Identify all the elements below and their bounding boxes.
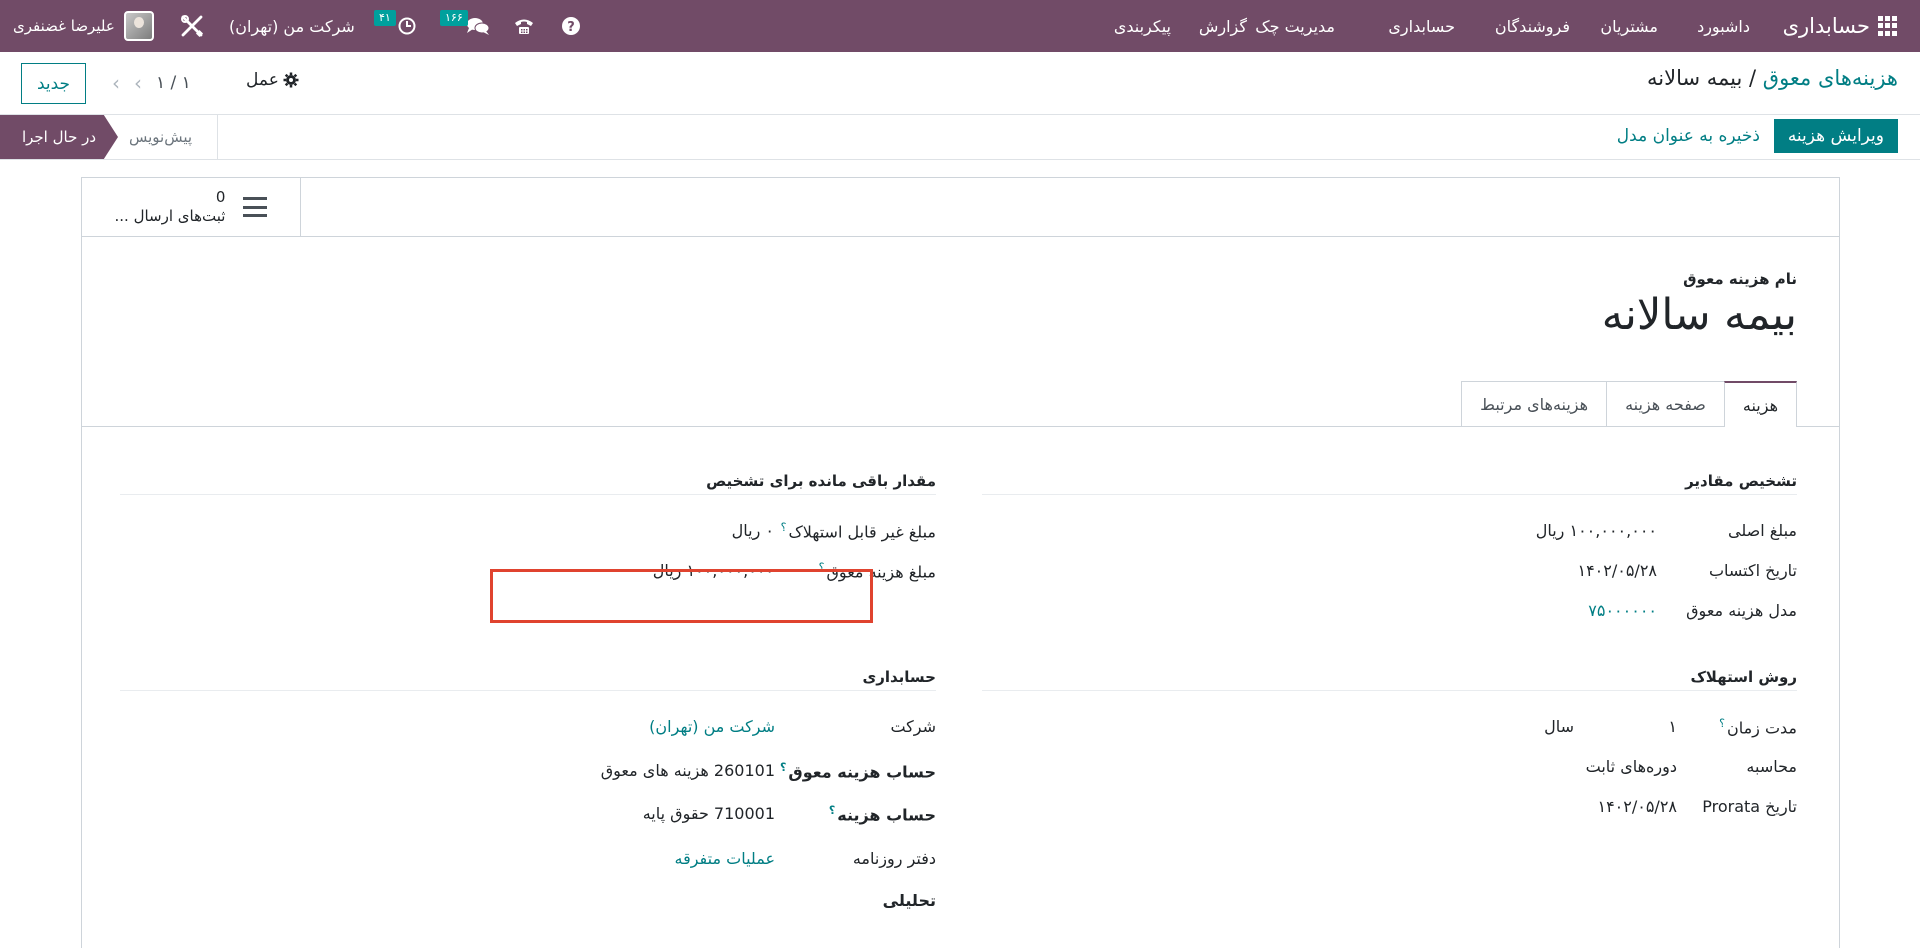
gear-icon <box>283 72 299 88</box>
pager: ‹ ‹ ۱ / ۱ <box>112 71 191 95</box>
breadcrumb: هزینه‌های معوق / بیمه سالانه <box>1647 66 1898 90</box>
acquisition-date-value: ۱۴۰۲/۰۵/۲۸ <box>1577 561 1657 580</box>
top-navbar: حسابداری داشبورد مشتریان فروشندگان حسابد… <box>0 0 1920 52</box>
prorata-date-value: ۱۴۰۲/۰۵/۲۸ <box>1597 797 1677 816</box>
breadcrumb-parent[interactable]: هزینه‌های معوق <box>1763 66 1898 90</box>
pager-prev-icon[interactable]: ‹ <box>112 71 120 95</box>
pager-value[interactable]: ۱ / ۱ <box>156 73 191 93</box>
phone-icon[interactable] <box>513 0 535 52</box>
residual-section-line <box>120 494 936 495</box>
apps-menu-icon[interactable] <box>1878 0 1898 52</box>
expense-account-label: حساب هزینه؟ <box>828 804 936 825</box>
company-switcher[interactable]: شرکت من (تهران) <box>229 0 355 52</box>
messages-count-badge: ۱۶۶ <box>440 10 468 26</box>
help-tooltip-icon[interactable]: ؟ <box>780 761 786 774</box>
accounting-section-line <box>120 690 936 691</box>
help-icon[interactable]: ? <box>561 0 581 52</box>
computation-value: دوره‌های ثابت <box>1585 757 1677 776</box>
journal-label: دفتر روزنامه <box>852 849 936 868</box>
menu-reports[interactable]: گزارش <box>1199 0 1247 52</box>
activities-count-badge: ۴۱ <box>374 10 396 26</box>
debug-tools-icon[interactable] <box>180 0 204 52</box>
edit-expense-button[interactable]: ویرایش هزینه <box>1773 119 1898 153</box>
journal-value[interactable]: عملیات متفرقه <box>675 849 776 868</box>
tab-expense[interactable]: هزینه <box>1723 381 1797 427</box>
form-sheet: 0 ثبت‌های ارسال ... نام هزینه معوق بیمه … <box>81 177 1840 948</box>
svg-text:?: ? <box>567 20 575 35</box>
save-as-model-button[interactable]: ذخیره به عنوان مدل <box>1617 119 1760 153</box>
name-label: نام هزینه معوق <box>1683 270 1797 288</box>
stage-draft[interactable]: پیش‌نویس <box>104 115 218 159</box>
tab-related-expenses[interactable]: هزینه‌های مرتبط <box>1461 381 1608 426</box>
non-depreciable-value: ۰ ریال <box>731 521 774 540</box>
expense-model-value[interactable]: ۷۵۰۰۰۰۰۰ <box>1588 601 1657 620</box>
menu-configuration[interactable]: پیکربندی <box>1114 0 1171 52</box>
smart-button-count: 0 <box>215 188 226 206</box>
prorata-date-label: تاریخ Prorata <box>1702 797 1797 816</box>
deferred-account-value: 260101 هزینه های معوق <box>600 761 775 780</box>
stage-running[interactable]: در حال اجرا <box>0 115 118 159</box>
accounting-section-title: حسابداری <box>862 668 936 686</box>
method-section-title: روش استهلاک <box>1690 668 1797 686</box>
company-value[interactable]: شرکت من (تهران) <box>649 717 775 736</box>
breadcrumb-current: بیمه سالانه <box>1646 66 1743 90</box>
pager-next-icon[interactable]: ‹ <box>134 71 142 95</box>
values-section-line <box>982 494 1797 495</box>
computation-label: محاسبه <box>1746 757 1797 776</box>
deferred-account-label: حساب هزینه معوق؟ <box>780 761 936 782</box>
menu-vendors[interactable]: فروشندگان <box>1495 0 1570 52</box>
duration-number: ۱ <box>1668 717 1677 736</box>
company-label: شرکت <box>890 717 936 736</box>
button-box-divider <box>82 236 1839 237</box>
acquisition-date-label: تاریخ اکتساب <box>1708 561 1797 580</box>
posted-entries-smart-button[interactable]: 0 ثبت‌های ارسال ... <box>82 178 301 236</box>
duration-label: مدت زمان؟ <box>1719 717 1797 738</box>
original-amount-label: مبلغ اصلی <box>1728 521 1797 540</box>
avatar[interactable] <box>124 0 154 52</box>
name-field: بیمه سالانه <box>1601 290 1797 340</box>
expense-model-label: مدل هزینه معوق <box>1686 601 1797 620</box>
values-section-title: تشخیص مقادیر <box>1685 472 1797 490</box>
smart-button-label: ثبت‌های ارسال ... <box>114 207 226 225</box>
highlight-box <box>490 569 873 623</box>
non-depreciable-label: مبلغ غیر قابل استهلاک؟ <box>780 521 936 542</box>
new-button[interactable]: جدید <box>21 63 86 104</box>
stage-statusbar: پیش‌نویس در حال اجرا <box>0 115 220 159</box>
tabs-divider <box>82 426 1839 427</box>
messages-icon[interactable] <box>466 0 490 52</box>
analytic-label: تحلیلی <box>882 891 936 910</box>
method-section-line <box>982 690 1797 691</box>
menu-dashboard[interactable]: داشبورد <box>1697 0 1750 52</box>
help-tooltip-icon[interactable]: ؟ <box>1719 717 1725 730</box>
breadcrumb-separator: / <box>1749 66 1757 90</box>
bars-icon <box>243 197 268 217</box>
residual-section-title: مقدار باقی مانده برای تشخیص <box>706 472 936 490</box>
help-tooltip-icon[interactable]: ؟ <box>781 521 787 534</box>
duration-unit: سال <box>1544 717 1574 736</box>
menu-check-management[interactable]: مدیریت چک <box>1255 0 1335 52</box>
expense-account-value: 710001 حقوق پایه <box>642 804 775 823</box>
menu-accounting[interactable]: حسابداری <box>1388 0 1455 52</box>
statusbar-divider <box>0 159 1920 160</box>
menu-customers[interactable]: مشتریان <box>1600 0 1658 52</box>
notebook-tabs: هزینه صفحه هزینه هزینه‌های مرتبط <box>1461 381 1797 427</box>
control-panel-divider <box>0 114 1920 115</box>
action-menu-button[interactable]: عمل <box>246 70 299 90</box>
tab-expense-board[interactable]: صفحه هزینه <box>1606 381 1725 426</box>
original-amount-value: ۱۰۰,۰۰۰,۰۰۰ ریال <box>1535 521 1657 540</box>
help-tooltip-icon[interactable]: ؟ <box>829 804 835 817</box>
activities-clock-icon[interactable] <box>398 0 416 52</box>
action-label: عمل <box>246 70 279 90</box>
app-name[interactable]: حسابداری <box>1783 0 1870 52</box>
user-name[interactable]: علیرضا غضنفری <box>13 0 115 52</box>
